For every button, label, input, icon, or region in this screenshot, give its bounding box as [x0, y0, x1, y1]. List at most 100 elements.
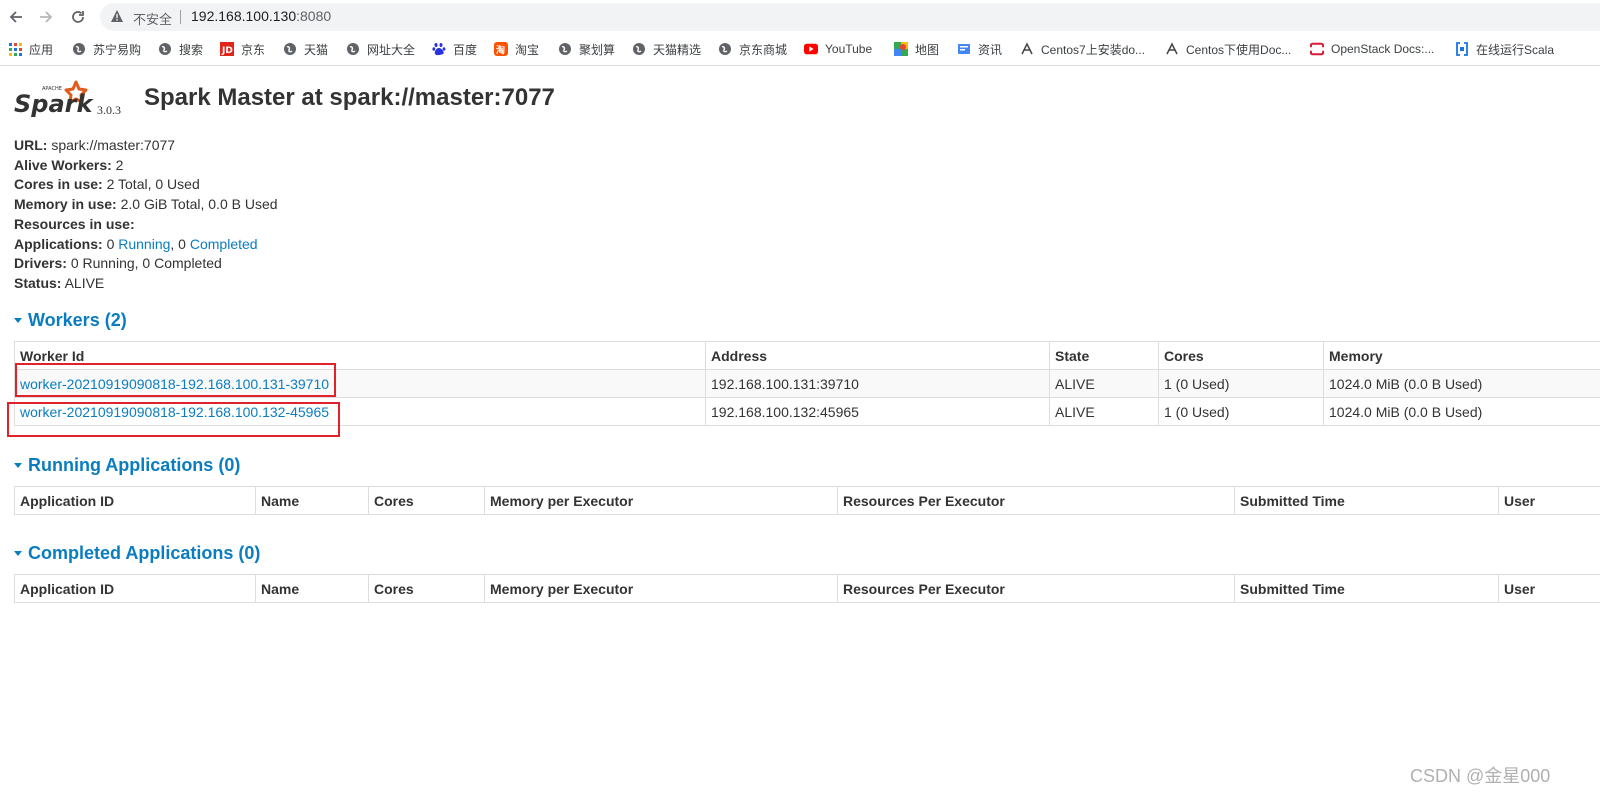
table-cell: 192.168.100.131:39710 [705, 369, 1050, 398]
bookmark-youtube[interactable]: YouTube [804, 40, 872, 58]
globe-icon [718, 42, 732, 56]
url-text[interactable]: 192.168.100.130:8080 [191, 8, 331, 24]
bookmarks-bar: 应用 苏宁易购 搜索 JD 京东 天猫 网址大全 百度 淘淘宝 聚划算 天猫精选 … [0, 36, 1600, 62]
forward-button[interactable] [35, 6, 57, 28]
info-resources: Resources in use: [14, 215, 135, 232]
column-header[interactable]: Resources Per Executor [837, 574, 1235, 603]
column-header[interactable]: Application ID [14, 486, 256, 515]
column-header[interactable]: Name [255, 486, 369, 515]
logo-text: Spark [14, 90, 94, 118]
bookmark-scala[interactable]: 在线运行Scala [1455, 40, 1554, 58]
bookmark-label: 天猫 [304, 42, 329, 57]
table-header-row: Application ID Name Cores Memory per Exe… [14, 486, 1600, 515]
column-header[interactable]: Memory [1323, 341, 1600, 370]
caret-down-icon [14, 463, 22, 468]
bookmark-baidu[interactable]: 百度 [432, 40, 477, 58]
workers-section-toggle[interactable]: Workers (2) [14, 310, 127, 331]
code-bracket-icon [1455, 42, 1469, 56]
column-header[interactable]: Address [705, 341, 1050, 370]
news-icon [957, 42, 971, 56]
master-info-list: URL: spark://master:7077 Alive Workers: … [14, 136, 614, 294]
info-status: Status: ALIVE [14, 274, 105, 291]
column-header[interactable]: User [1498, 486, 1600, 515]
info-cores: Cores in use: 2 Total, 0 Used [14, 176, 200, 193]
bookmark-hao[interactable]: 网址大全 [346, 40, 415, 58]
bookmark-label: 应用 [29, 42, 54, 57]
running-apps-table: Application ID Name Cores Memory per Exe… [14, 486, 1600, 515]
openstack-icon [1310, 42, 1324, 56]
running-apps-section-toggle[interactable]: Running Applications (0) [14, 455, 240, 476]
bookmark-label: 资讯 [978, 42, 1003, 57]
column-header[interactable]: User [1498, 574, 1600, 603]
bookmark-label: 地图 [915, 42, 940, 57]
bookmark-label: OpenStack Docs:... [1331, 42, 1435, 56]
globe-icon [283, 42, 297, 56]
reload-icon [72, 11, 84, 23]
bookmark-apps[interactable]: 应用 [8, 40, 53, 58]
bookmark-maps[interactable]: 地图 [894, 40, 939, 58]
url-port: :8080 [296, 8, 332, 24]
bookmark-tmall-select[interactable]: 天猫精选 [632, 40, 701, 58]
info-applications: Applications: 0 Running, 0 Completed [14, 235, 258, 252]
completed-apps-link[interactable]: Completed [190, 236, 258, 252]
globe-icon [558, 42, 572, 56]
info-drivers: Drivers: 0 Running, 0 Completed [14, 255, 222, 272]
caret-down-icon [14, 551, 22, 556]
globe-icon [346, 42, 360, 56]
completed-apps-table: Application ID Name Cores Memory per Exe… [14, 574, 1600, 603]
column-header[interactable]: Name [255, 574, 369, 603]
table-cell: 1024.0 MiB (0.0 B Used) [1323, 397, 1600, 426]
bookmark-label: 聚划算 [579, 42, 616, 57]
bookmark-centos-install[interactable]: Centos7上安装do... [1020, 40, 1145, 58]
bookmark-centos-docker[interactable]: Centos下使用Doc... [1165, 40, 1291, 58]
bookmark-label: Centos下使用Doc... [1186, 42, 1292, 57]
caret-down-icon [14, 318, 22, 323]
address-bar[interactable]: 不安全 192.168.100.130:8080 [100, 3, 1600, 31]
reload-button[interactable] [67, 6, 89, 28]
page-title: Spark Master at spark://master:7077 [144, 84, 555, 111]
table-cell: 1024.0 MiB (0.0 B Used) [1323, 369, 1600, 398]
column-header[interactable]: Cores [1158, 341, 1324, 370]
column-header[interactable]: Memory per Executor [484, 574, 838, 603]
svg-text:JD: JD [221, 46, 233, 56]
svg-text:淘: 淘 [496, 44, 505, 56]
insecure-label[interactable]: 不安全 [133, 9, 172, 28]
column-header[interactable]: Submitted Time [1234, 574, 1499, 603]
column-header[interactable]: Submitted Time [1234, 486, 1499, 515]
bookmark-news[interactable]: 资讯 [957, 40, 1002, 58]
youtube-icon [804, 42, 818, 56]
back-button[interactable] [5, 6, 27, 28]
column-header[interactable]: State [1049, 341, 1159, 370]
running-apps-link[interactable]: Running [118, 236, 170, 252]
table-cell: 192.168.100.132:45965 [705, 397, 1050, 426]
bookmark-taobao[interactable]: 淘淘宝 [494, 40, 539, 58]
bookmark-label: 搜索 [179, 42, 204, 57]
bookmark-jd[interactable]: JD 京东 [220, 40, 265, 58]
bookmark-suning[interactable]: 苏宁易购 [72, 40, 141, 58]
bookmark-openstack[interactable]: OpenStack Docs:... [1310, 40, 1434, 58]
spark-logo[interactable]: APACHE Spark [14, 78, 94, 118]
column-header[interactable]: Cores [368, 574, 485, 603]
column-header[interactable]: Cores [368, 486, 485, 515]
globe-icon [72, 42, 86, 56]
globe-icon [158, 42, 172, 56]
column-header[interactable]: Memory per Executor [484, 486, 838, 515]
bookmark-label: 淘宝 [515, 42, 540, 57]
table-cell: ALIVE [1049, 397, 1159, 426]
baidu-paw-icon [432, 42, 446, 56]
bookmark-tmall[interactable]: 天猫 [283, 40, 328, 58]
bookmark-search[interactable]: 搜索 [158, 40, 203, 58]
bookmark-label: 在线运行Scala [1476, 42, 1555, 57]
column-header[interactable]: Application ID [14, 574, 256, 603]
taobao-icon: 淘 [494, 42, 508, 56]
column-header[interactable]: Resources Per Executor [837, 486, 1235, 515]
warning-icon[interactable] [110, 9, 124, 23]
bookmark-label: 京东商城 [739, 42, 788, 57]
completed-apps-section-toggle[interactable]: Completed Applications (0) [14, 543, 260, 564]
bookmark-label: 网址大全 [367, 42, 416, 57]
table-cell: ALIVE [1049, 369, 1159, 398]
jd-logo-icon: JD [220, 42, 234, 56]
bookmark-jd-mall[interactable]: 京东商城 [718, 40, 787, 58]
bookmark-juhuasuan[interactable]: 聚划算 [558, 40, 615, 58]
browser-toolbar: 不安全 192.168.100.130:8080 [0, 0, 1600, 34]
